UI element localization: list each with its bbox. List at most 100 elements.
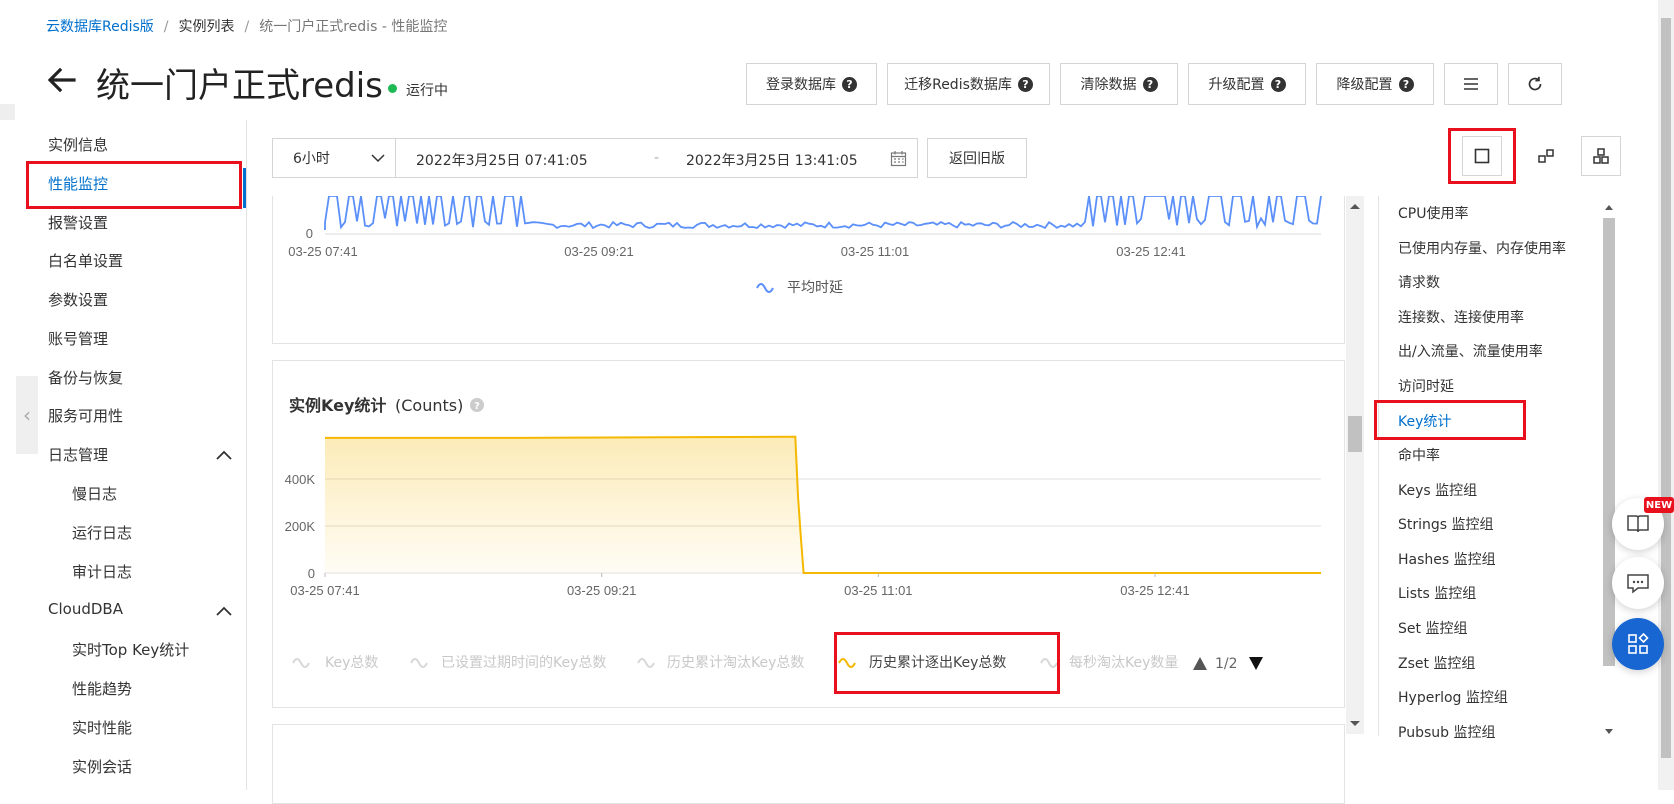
- legend-wave-icon: [756, 283, 774, 293]
- scroll-down-icon[interactable]: [1604, 728, 1614, 735]
- sidebar-item-top-key[interactable]: 实时Top Key统计: [72, 639, 189, 660]
- sidebar-item-backup[interactable]: 备份与恢复: [48, 367, 123, 388]
- rnav-hashes-group[interactable]: Hashes 监控组: [1398, 549, 1496, 569]
- refresh-button[interactable]: [1508, 63, 1562, 105]
- svg-text:?: ?: [474, 401, 480, 412]
- collapse-sidebar-handle[interactable]: ‹: [16, 376, 38, 454]
- rnav-strings-group[interactable]: Strings 监控组: [1398, 514, 1494, 534]
- time-range-value: 6小时: [293, 151, 330, 167]
- sidebar-item-slow-log[interactable]: 慢日志: [72, 483, 117, 504]
- x-tick-label: 03-25 09:21: [564, 244, 633, 259]
- x-tick-label: 03-25 12:41: [1120, 583, 1189, 598]
- chevron-up-icon[interactable]: [216, 450, 232, 460]
- sidebar-item-whitelist[interactable]: 白名单设置: [48, 250, 123, 271]
- right-nav-divider: [1378, 196, 1379, 736]
- migrate-redis-label: 迁移Redis数据库: [904, 77, 1012, 93]
- chevron-up-icon[interactable]: [216, 606, 232, 616]
- chart-title: 实例Key统计: [289, 396, 386, 415]
- date-range-picker[interactable]: 2022年3月25日 07:41:05 - 2022年3月25日 13:41:0…: [395, 138, 918, 178]
- rnav-requests[interactable]: 请求数: [1398, 272, 1440, 292]
- legend-label: Key总数: [325, 655, 378, 671]
- back-arrow-icon[interactable]: [44, 62, 80, 98]
- help-icon: ?: [1270, 76, 1286, 92]
- legend-item-evicted-per-sec[interactable]: 每秒淘汰Key数量: [1040, 655, 1178, 671]
- sidebar-item-sessions[interactable]: 实例会话: [72, 756, 132, 777]
- layout-two-button[interactable]: [1526, 136, 1566, 176]
- x-tick-label: 03-25 07:41: [288, 244, 357, 259]
- highlight-performance-monitor: [26, 161, 242, 209]
- right-nav-scrollbar-thumb[interactable]: [1603, 218, 1615, 666]
- upgrade-config-button[interactable]: 升级配置?: [1188, 63, 1306, 105]
- chat-float-button[interactable]: [1612, 557, 1664, 609]
- help-icon[interactable]: ?: [470, 398, 484, 412]
- sidebar-item-alarm-settings[interactable]: 报警设置: [48, 212, 108, 233]
- start-time: 2022年3月25日 07:41:05: [416, 153, 588, 169]
- apps-float-button[interactable]: [1612, 618, 1664, 670]
- legend-prev-icon[interactable]: [1193, 657, 1207, 670]
- content-scrollbar[interactable]: [1346, 196, 1364, 734]
- sidebar-item-perf-trend[interactable]: 性能趋势: [72, 678, 132, 699]
- downgrade-config-button[interactable]: 降级配置?: [1316, 63, 1434, 105]
- legend-label: 平均时延: [787, 280, 843, 296]
- rnav-zset-group[interactable]: Zset 监控组: [1398, 653, 1475, 673]
- rnav-memory[interactable]: 已使用内存量、内存使用率: [1398, 238, 1566, 258]
- legend-wave-icon: [292, 658, 310, 668]
- new-badge: NEW: [1644, 497, 1674, 513]
- breadcrumb-separator: /: [244, 19, 250, 35]
- highlight-single-layout: [1448, 128, 1516, 184]
- calendar-icon[interactable]: [890, 150, 907, 167]
- rnav-latency[interactable]: 访问时延: [1398, 376, 1454, 396]
- sidebar-item-run-log[interactable]: 运行日志: [72, 522, 132, 543]
- rnav-keys-group[interactable]: Keys 监控组: [1398, 480, 1477, 500]
- sidebar-item-availability[interactable]: 服务可用性: [48, 405, 123, 426]
- rnav-traffic[interactable]: 出/入流量、流量使用率: [1398, 341, 1543, 361]
- clear-data-button[interactable]: 清除数据?: [1060, 63, 1178, 105]
- legend-label: 历史累计淘汰Key总数: [667, 655, 804, 671]
- book-icon: [1627, 515, 1649, 533]
- rnav-pubsub-group[interactable]: Pubsub 监控组: [1398, 722, 1495, 742]
- login-db-button[interactable]: 登录数据库?: [746, 63, 877, 105]
- sidebar-item-realtime-perf[interactable]: 实时性能: [72, 717, 132, 738]
- sidebar-item-instance-info[interactable]: 实例信息: [48, 134, 108, 155]
- legend-next-icon[interactable]: [1249, 657, 1263, 670]
- menu-button[interactable]: [1444, 63, 1498, 105]
- key-stats-chart: 实例Key统计 (Counts) ? 0 200K 400K 03-25 07:41…: [285, 396, 1321, 672]
- rnav-hyperlog-group[interactable]: Hyperlog 监控组: [1398, 687, 1508, 707]
- legend-wave-icon: [637, 658, 655, 668]
- sidebar-item-accounts[interactable]: 账号管理: [48, 328, 108, 349]
- latency-series-line: [324, 195, 1322, 230]
- sidebar-item-log-management[interactable]: 日志管理: [48, 444, 108, 465]
- help-icon: ?: [1398, 76, 1414, 92]
- rnav-lists-group[interactable]: Lists 监控组: [1398, 583, 1476, 603]
- scroll-up-icon[interactable]: [1349, 202, 1361, 210]
- sidebar-item-parameters[interactable]: 参数设置: [48, 289, 108, 310]
- x-tick-label: 03-25 09:21: [567, 583, 636, 598]
- breadcrumb-redis[interactable]: 云数据库Redis版: [46, 19, 154, 35]
- legend-item-avg-latency[interactable]: 平均时延: [756, 280, 843, 296]
- scroll-down-icon[interactable]: [1349, 720, 1361, 728]
- migrate-redis-button[interactable]: 迁移Redis数据库?: [887, 63, 1050, 105]
- legend-item-expire-key[interactable]: 已设置过期时间的Key总数: [410, 655, 606, 671]
- y-tick-label: 400K: [285, 472, 316, 487]
- layout-grid-button[interactable]: [1581, 136, 1621, 176]
- sidebar-item-clouddba[interactable]: CloudDBA: [48, 600, 123, 618]
- rnav-set-group[interactable]: Set 监控组: [1398, 618, 1467, 638]
- chevron-down-icon: [371, 154, 385, 163]
- breadcrumb-instance-list[interactable]: 实例列表: [179, 19, 235, 35]
- scroll-up-icon[interactable]: [1604, 204, 1614, 211]
- return-old-version-button[interactable]: 返回旧版: [927, 138, 1027, 178]
- legend-item-evicted-history[interactable]: 历史累计淘汰Key总数: [637, 655, 804, 671]
- legend-item-key-total[interactable]: Key总数: [292, 655, 378, 671]
- login-db-label: 登录数据库: [766, 77, 836, 93]
- rnav-cpu[interactable]: CPU使用率: [1398, 203, 1468, 223]
- time-range-select[interactable]: 6小时: [272, 138, 396, 178]
- highlight-expelled-legend: [834, 632, 1060, 694]
- content-scrollbar-thumb[interactable]: [1348, 416, 1362, 452]
- rnav-hit-rate[interactable]: 命中率: [1398, 445, 1440, 465]
- rnav-connections[interactable]: 连接数、连接使用率: [1398, 307, 1524, 327]
- downgrade-config-label: 降级配置: [1336, 77, 1393, 93]
- key-series-area: [325, 436, 1321, 573]
- sidebar-item-audit-log[interactable]: 审计日志: [72, 561, 132, 582]
- chat-icon: [1627, 574, 1649, 594]
- refresh-icon: [1528, 76, 1542, 91]
